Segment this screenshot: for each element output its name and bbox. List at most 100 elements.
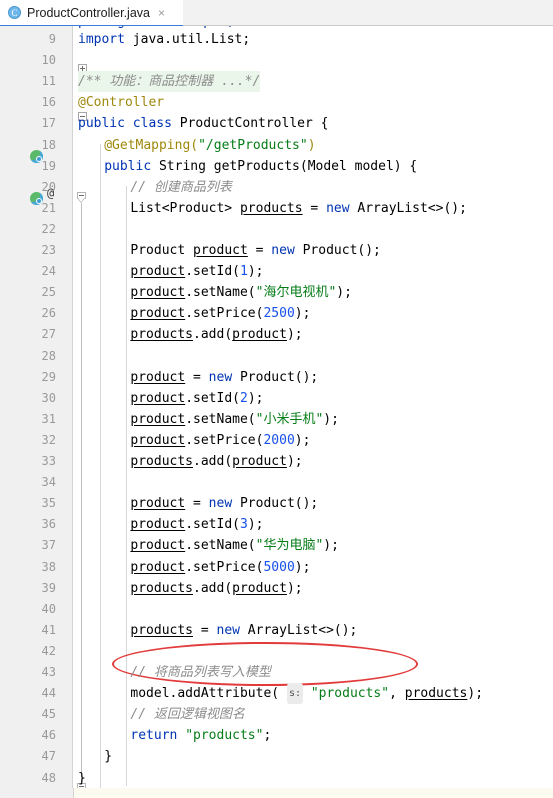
code-text: /** 功能：商品控制器 ...*/	[78, 71, 261, 93]
code-line[interactable]: 40	[0, 599, 553, 620]
code-text: public class ProductController {	[78, 113, 328, 134]
token-num: 5000	[263, 559, 295, 575]
token-plain: List<Product>	[130, 200, 240, 216]
token-fieldu: products	[130, 622, 194, 638]
code-text: }	[104, 746, 112, 767]
code-line[interactable]: 44 model.addAttribute( s: "products", pro…	[0, 683, 553, 705]
line-number: 10	[41, 53, 56, 68]
token-str: "华为电脑"	[255, 538, 324, 554]
code-line[interactable]: 32 product.setPrice(2000);	[0, 430, 553, 451]
code-line[interactable]: 48}	[0, 768, 553, 789]
line-number: 27	[41, 327, 56, 342]
token-fld: /** 功能：商品控制器 ...*/	[78, 74, 261, 90]
code-line[interactable]: 38 product.setPrice(5000);	[0, 557, 553, 578]
token-fieldu: product	[232, 454, 287, 469]
token-plain: }	[104, 749, 113, 765]
code-line[interactable]: 46 return "products";	[0, 725, 553, 746]
token-kw: import	[78, 32, 125, 47]
token-num: 2500	[263, 306, 295, 322]
token-fieldu: product	[130, 306, 186, 322]
code-line[interactable]: 42	[0, 641, 553, 662]
code-line[interactable]: 23 Product product = new Product();	[0, 240, 553, 261]
token-str: "products"	[310, 686, 390, 702]
token-plain: Product	[130, 243, 194, 258]
code-line[interactable]: 19 public String getProducts(Model model)…	[0, 156, 553, 177]
token-plain: model.addAttribute(	[130, 686, 287, 702]
code-editor[interactable]: package com.example; @ 9import java.util…	[0, 26, 553, 788]
line-number: 25	[41, 285, 56, 300]
code-line[interactable]: 45 // 返回逻辑视图名	[0, 704, 553, 725]
token-plain: .setPrice(	[185, 559, 264, 575]
token-plain: .setPrice(	[185, 432, 264, 448]
token-plain: );	[286, 454, 303, 469]
token-plain: );	[336, 285, 352, 301]
token-kw: new	[271, 243, 295, 258]
code-line[interactable]: 25 product.setName("海尔电视机");	[0, 282, 553, 303]
bottom-gutter-strip	[0, 788, 74, 798]
code-line[interactable]: 29 product = new Product();	[0, 367, 553, 388]
token-ann: )	[307, 137, 316, 153]
line-number: 16	[41, 95, 56, 110]
code-line[interactable]: 35 product = new Product();	[0, 493, 553, 514]
token-plain: );	[294, 306, 311, 322]
close-icon[interactable]: ×	[158, 7, 165, 19]
line-number: 34	[41, 475, 56, 490]
code-line[interactable]: 28	[0, 346, 553, 367]
code-text: product.setId(1);	[130, 261, 263, 282]
code-line[interactable]: 16 @Controller	[0, 92, 553, 113]
code-line[interactable]: 17 public class ProductController {	[0, 113, 553, 134]
code-line[interactable]: 41 products = new ArrayList<>();	[0, 620, 553, 641]
token-plain: .add(	[193, 454, 233, 469]
token-fieldu: product	[130, 559, 186, 575]
token-fieldu: product	[130, 390, 186, 406]
code-line[interactable]: 20 // 创建商品列表	[0, 177, 553, 198]
token-num: 1	[239, 264, 248, 280]
code-text: products.add(product);	[130, 451, 302, 472]
token-fieldu: product	[130, 538, 186, 554]
tab-product-controller-java[interactable]: C ProductController.java ×	[0, 0, 183, 25]
line-number: 18	[41, 137, 56, 152]
token-fieldu: product	[130, 369, 186, 385]
code-line[interactable]: 9 import java.util.List;	[0, 29, 553, 50]
line-number: 20	[41, 179, 56, 194]
code-line[interactable]: 18 @GetMapping("/getProducts")	[0, 135, 553, 156]
token-plain: );	[286, 580, 303, 596]
token-fieldu: product	[193, 243, 248, 258]
code-line[interactable]: 33 products.add(product);	[0, 451, 553, 472]
token-str: "products"	[185, 728, 264, 744]
code-line[interactable]: 26 product.setPrice(2500);	[0, 303, 553, 324]
token-cmt: // 将商品列表写入模型	[130, 665, 271, 680]
line-number: 31	[41, 411, 56, 426]
token-hint: s:	[286, 683, 303, 705]
token-str: "海尔电视机"	[255, 285, 337, 301]
code-line[interactable]: 10	[0, 50, 553, 71]
code-line[interactable]: 31 product.setName("小米手机");	[0, 409, 553, 430]
code-line[interactable]: 30 product.setId(2);	[0, 388, 553, 409]
code-line[interactable]: 43 // 将商品列表写入模型	[0, 662, 553, 683]
token-plain: );	[323, 411, 339, 427]
code-line[interactable]: 11 /** 功能：商品控制器 ...*/	[0, 71, 553, 93]
code-line[interactable]: 22	[0, 219, 553, 240]
line-number: 41	[41, 622, 56, 637]
code-line[interactable]: 21 List<Product> products = new ArrayList…	[0, 198, 553, 219]
code-line[interactable]: 39 products.add(product);	[0, 578, 553, 599]
code-line[interactable]: 47}	[0, 746, 553, 767]
line-number: 39	[41, 580, 56, 595]
line-number: 11	[41, 74, 56, 89]
line-number: 23	[41, 243, 56, 257]
line-number: 47	[41, 749, 56, 764]
line-number: 35	[41, 496, 56, 511]
line-number: 43	[41, 665, 56, 679]
token-kw: new	[216, 622, 240, 638]
code-line[interactable]: 37 product.setName("华为电脑");	[0, 535, 553, 556]
code-line[interactable]: 24 product.setId(1);	[0, 261, 553, 282]
code-line[interactable]: 34	[0, 472, 553, 493]
code-line[interactable]: 36 product.setId(3);	[0, 514, 553, 535]
token-plain: =	[185, 369, 209, 385]
line-number: 48	[41, 770, 56, 785]
code-line[interactable]: 27 products.add(product);	[0, 324, 553, 345]
token-fieldu: products	[404, 686, 468, 702]
line-number: 29	[41, 369, 56, 384]
token-plain: );	[294, 432, 311, 448]
token-plain: );	[247, 517, 264, 533]
